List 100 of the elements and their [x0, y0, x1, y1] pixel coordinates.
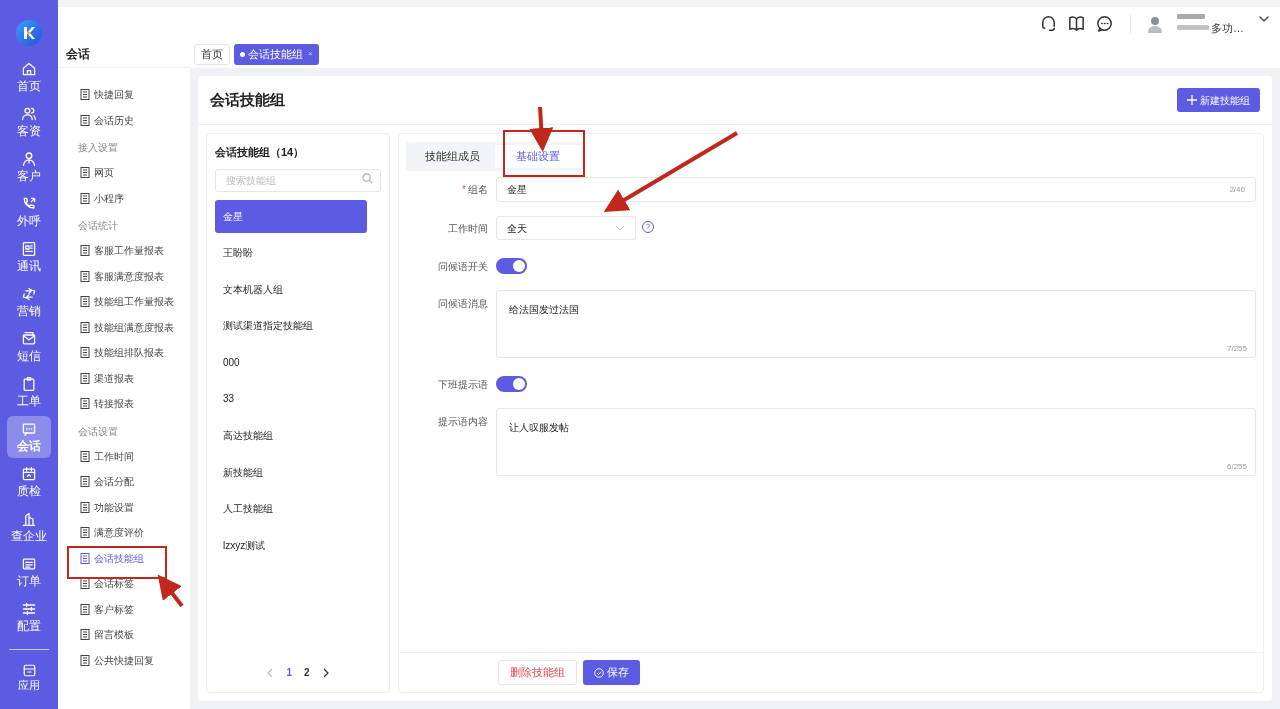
document-icon [80, 527, 90, 539]
group-item[interactable]: 高达技能组 [215, 419, 367, 453]
user-role: 多功… [1211, 21, 1244, 34]
group-item[interactable]: lzxyz测试 [215, 528, 367, 562]
nav-item[interactable]: 短信 [7, 326, 51, 368]
group-item[interactable]: 测试渠道指定技能组 [215, 309, 367, 343]
submenu-item[interactable]: 工作时间 [78, 443, 190, 469]
submenu-item[interactable]: 会话历史 [78, 107, 190, 133]
message-icon [21, 330, 37, 347]
submenu-item[interactable]: 渠道报表 [78, 365, 190, 391]
text-area[interactable]: 让人叹服发帖 6/255 [496, 408, 1256, 476]
nav-item[interactable]: 营销 [7, 281, 51, 323]
group-item[interactable]: 王盼盼 [215, 236, 367, 270]
avatar-icon [1147, 14, 1163, 33]
nav-item[interactable]: 工单 [7, 371, 51, 413]
nav-item[interactable]: 外呼 [7, 191, 51, 233]
document-icon [80, 296, 90, 308]
settings-tab[interactable]: 技能组成员 [409, 145, 495, 168]
document-icon [80, 192, 90, 204]
sliders-icon [21, 600, 37, 617]
delete-group-button[interactable]: 删除技能组 [498, 660, 577, 685]
submenu-item[interactable]: 会话标签 [78, 571, 190, 597]
document-icon [80, 476, 90, 488]
submenu-item[interactable]: 满意度评价 [78, 520, 190, 546]
group-item[interactable]: 新技能组 [215, 455, 367, 489]
blurred-name [1177, 13, 1205, 19]
submenu-item[interactable]: 功能设置 [78, 494, 190, 520]
toggle-switch[interactable] [496, 258, 527, 274]
submenu-item[interactable]: 留言模板 [78, 622, 190, 648]
submenu-item[interactable]: 会话技能组 [78, 545, 190, 571]
next-page-icon[interactable] [321, 667, 330, 678]
book-icon[interactable] [1066, 13, 1086, 34]
nav-item[interactable]: 查企业 [7, 506, 51, 548]
nav-item[interactable]: 客资 [7, 101, 51, 143]
person-icon [21, 150, 37, 167]
document-icon [80, 347, 90, 359]
document-icon [80, 245, 90, 257]
chevron-down-icon [615, 224, 625, 232]
nav-item[interactable]: 应用 [7, 658, 51, 698]
logo-icon [16, 20, 42, 46]
submenu-item[interactable]: 技能组排队报表 [78, 340, 190, 366]
text-area[interactable]: 给法国发过法国 7/255 [496, 290, 1256, 358]
nav-item[interactable]: 首页 [7, 56, 51, 98]
submenu-item[interactable]: 公共快捷回复 [78, 647, 190, 673]
page-tab[interactable]: 首页 [194, 43, 230, 65]
page-number[interactable]: 1 [286, 665, 292, 680]
check-circle-icon [594, 667, 604, 678]
close-icon[interactable]: × [308, 48, 313, 60]
submenu-item[interactable]: 转接报表 [78, 391, 190, 417]
chat-bubble-icon[interactable] [1094, 13, 1114, 34]
document-icon [80, 552, 90, 564]
settings-tab[interactable]: 基础设置 [495, 145, 581, 168]
document-icon [80, 398, 90, 410]
submenu-item[interactable]: 客户标签 [78, 596, 190, 622]
document-icon [80, 603, 90, 615]
menu-section-label: 会话设置 [78, 424, 119, 439]
submenu-item[interactable]: 客服满意度报表 [78, 263, 190, 289]
submenu-item[interactable]: 会话分配 [78, 469, 190, 495]
document-icon [80, 270, 90, 282]
nav-item[interactable]: 质检 [7, 461, 51, 503]
submenu-item[interactable]: 快捷回复 [78, 82, 190, 108]
nav-item[interactable]: 客户 [7, 146, 51, 188]
store-icon [21, 663, 37, 678]
submenu-item[interactable]: 网页 [78, 160, 190, 186]
page-tab[interactable]: 会话技能组 × [234, 43, 319, 65]
nav-item[interactable]: 通讯 [7, 236, 51, 278]
field-label: 问候语消息 [438, 297, 488, 311]
field-label: 提示语内容 [438, 415, 488, 429]
document-icon [80, 321, 90, 333]
submenu-item[interactable]: 小程序 [78, 185, 190, 211]
document-icon [80, 578, 90, 590]
annotation-arrow [529, 106, 554, 152]
field-label: 问候语开关 [438, 259, 488, 274]
group-item[interactable]: 人工技能组 [215, 492, 367, 526]
clipboard-icon [21, 375, 37, 392]
document-icon [80, 629, 90, 641]
document-icon [80, 167, 90, 179]
field-label: 组名 [468, 182, 488, 197]
page-number[interactable]: 2 [304, 665, 310, 680]
submenu-item[interactable]: 客服工作量报表 [78, 238, 190, 264]
field-label: 下班提示语 [438, 377, 488, 392]
toggle-switch[interactable] [496, 376, 527, 392]
save-button[interactable]: 保存 [583, 660, 640, 685]
building-icon [21, 510, 37, 527]
group-item[interactable]: 33 [215, 382, 367, 416]
contacts-icon [21, 240, 37, 257]
nav-item[interactable]: 配置 [7, 596, 51, 638]
group-item[interactable]: 金星 [215, 199, 367, 233]
document-icon [80, 114, 90, 126]
new-group-button[interactable]: 新建技能组 [1177, 88, 1260, 112]
group-item[interactable]: 000 [215, 345, 367, 379]
page-title: 会话技能组 [210, 89, 285, 110]
nav-item[interactable]: 订单 [7, 551, 51, 593]
list-title: 会话技能组（14） [215, 145, 306, 160]
group-item[interactable]: 文本机器人组 [215, 272, 367, 306]
submenu-item[interactable]: 技能组满意度报表 [78, 314, 190, 340]
input-field[interactable]: 金星 2/40 [496, 177, 1256, 202]
select-field[interactable]: 全天 [496, 216, 636, 240]
blurred-name [1177, 25, 1209, 30]
submenu-item[interactable]: 技能组工作量报表 [78, 289, 190, 315]
